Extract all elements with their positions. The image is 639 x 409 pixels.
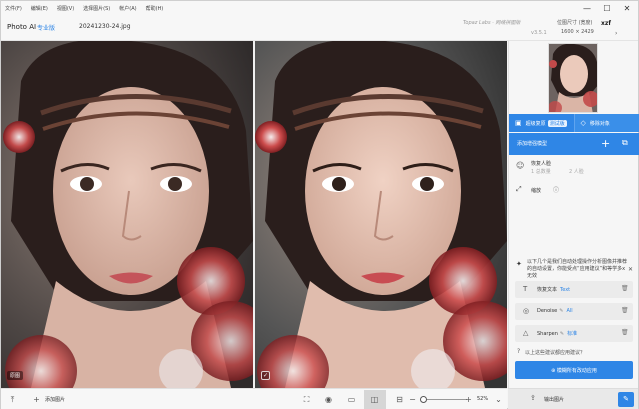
face-recovery-row[interactable]: ☺ 恢复人脸 1 总数量 2 人脸 xyxy=(509,155,639,181)
export-image-button[interactable]: 输出图片 xyxy=(544,396,564,403)
add-icon[interactable]: + xyxy=(31,394,42,405)
zoom-slider-thumb[interactable] xyxy=(420,396,427,403)
original-badge: 原图 xyxy=(7,371,24,380)
close-button[interactable]: ✕ xyxy=(617,1,637,15)
add-image-button[interactable]: 添加图片 xyxy=(45,396,65,403)
zoom-slider-track[interactable] xyxy=(427,399,467,400)
portrait-original-image xyxy=(1,41,253,388)
edit-icon[interactable]: ✎ xyxy=(560,331,564,337)
panel-tabs: ▣ 超级复原 测试版 ◇ 移除对象 xyxy=(509,114,639,132)
side-by-side-icon[interactable]: ◫ xyxy=(369,394,380,405)
tab-super-restore-label: 超级复原 xyxy=(525,120,546,127)
bottom-toolbar: ⤒ + 添加图片 ⛶ ◉ ▭ ◫ ⊟ − + 52% ⌄ xyxy=(1,388,507,409)
app-window: 文件(F) 编辑(E) 视图(V) 选择图片(S) 帐户(A) 帮助(H) — … xyxy=(0,0,639,409)
beta-badge: 测试版 xyxy=(547,119,567,127)
suggestion-tag: Text xyxy=(560,287,571,293)
version-label: v3.5.1 xyxy=(531,30,547,36)
app-edition-badge: 专业版 xyxy=(37,25,56,32)
suggestion-recover-text[interactable]: T 恢复文本 Text 🗑 xyxy=(515,281,633,298)
right-panel: ▣ 超级复原 测试版 ◇ 移除对象 添加增强模型 + ⧉ ☺ 恢复人脸 1 总数… xyxy=(508,41,639,409)
apply-suggestions-button[interactable]: ⊕ 模糊所有改动应用 xyxy=(515,361,633,379)
edit-export-icon[interactable]: ✎ xyxy=(618,392,634,407)
menu-file[interactable]: 文件(F) xyxy=(5,5,22,12)
question-text: 以上这些建议都应用建议？ xyxy=(525,350,586,356)
export-icon[interactable]: ⇪ xyxy=(530,394,536,402)
edit-icon[interactable]: ✎ xyxy=(559,308,563,314)
question-icon: ? xyxy=(517,348,521,355)
eraser-icon: ◇ xyxy=(580,119,586,127)
thumbnail-image xyxy=(549,44,597,112)
output-size-label: 位图尺寸 (宽度) xyxy=(557,20,593,26)
image-thumbnail[interactable] xyxy=(548,43,598,113)
file-name-tab[interactable]: 20241230-24.jpg xyxy=(79,23,131,30)
close-icon[interactable]: ✕ xyxy=(628,266,633,273)
add-model-label: 添加增强模型 xyxy=(517,141,548,147)
autopilot-text: 以下几个是我们自动处理操作分析图像并推荐的自动设置，你能受点“应用建议”和等学多… xyxy=(527,259,628,279)
restore-icon: ▣ xyxy=(515,119,522,127)
image-preview[interactable]: 原图 ✓ xyxy=(1,41,507,388)
resize-row[interactable]: ⤢ 缩放 ⓘ xyxy=(509,183,639,197)
face-icon: ☺ xyxy=(516,161,525,170)
upload-icon[interactable]: ⤒ xyxy=(7,394,18,405)
trash-icon[interactable]: 🗑 xyxy=(621,329,629,336)
trash-icon[interactable]: 🗑 xyxy=(621,307,629,314)
split-view-icon[interactable]: ⊟ xyxy=(394,394,405,405)
app-title: Photo AI xyxy=(7,23,37,31)
maximize-button[interactable]: ☐ xyxy=(597,1,617,15)
add-model-row: 添加增强模型 + ⧉ xyxy=(509,133,639,155)
zoom-value[interactable]: 52% xyxy=(477,396,488,402)
suggestion-name: Sharpen ✎ 标准 xyxy=(537,330,577,337)
user-name[interactable]: xzf xyxy=(601,20,611,27)
face-count: 2 人脸 xyxy=(569,169,584,175)
sparkle-icon: ✦ xyxy=(516,260,522,268)
face-recovery-title: 恢复人脸 xyxy=(531,161,552,167)
suggestion-name-text: 恢复文本 xyxy=(537,287,558,293)
zoom-out-icon[interactable]: − xyxy=(407,394,418,405)
crop-icon[interactable]: ⛶ xyxy=(301,394,312,405)
menu-help[interactable]: 帮助(H) xyxy=(146,5,164,12)
original-pane[interactable]: 原图 xyxy=(1,41,253,388)
add-model-plus-icon[interactable]: + xyxy=(601,137,610,150)
tab-remove-object-label: 移除对象 xyxy=(589,120,610,127)
eye-icon[interactable]: ◉ xyxy=(323,394,334,405)
menu-view[interactable]: 视图(V) xyxy=(57,5,74,12)
zoom-chevron-down-icon[interactable]: ⌄ xyxy=(493,394,504,405)
brand-label: Topaz Labs · 网络拼图版 xyxy=(463,20,521,26)
menu-select-image[interactable]: 选择图片(S) xyxy=(83,5,110,12)
menu-edit[interactable]: 编辑(E) xyxy=(31,5,48,12)
portrait-enhanced-image xyxy=(255,41,507,388)
single-view-icon[interactable]: ▭ xyxy=(346,394,357,405)
zoom-in-icon[interactable]: + xyxy=(463,394,474,405)
resize-icon: ⤢ xyxy=(516,185,522,193)
enhanced-check-badge[interactable]: ✓ xyxy=(261,371,270,380)
suggestion-tag: All xyxy=(566,308,573,314)
add-model-crop-icon[interactable]: ⧉ xyxy=(622,138,628,148)
suggestion-name: Denoise ✎ All xyxy=(537,308,573,314)
chevron-right-icon[interactable]: › xyxy=(615,30,617,37)
menu-account[interactable]: 帐户(A) xyxy=(119,5,136,12)
suggestion-name-text: Sharpen xyxy=(537,331,558,337)
tab-remove-object[interactable]: ◇ 移除对象 xyxy=(573,114,639,132)
denoise-icon: ◎ xyxy=(523,307,530,315)
resize-label: 缩放 xyxy=(531,188,542,194)
menu-bar: 文件(F) 编辑(E) 视图(V) 选择图片(S) 帐户(A) 帮助(H) xyxy=(1,1,638,15)
export-bar: ⇪ 输出图片 ✎ xyxy=(508,388,638,409)
suggestion-tag: 标准 xyxy=(567,331,578,337)
tab-super-restore[interactable]: ▣ 超级复原 测试版 xyxy=(509,114,574,132)
suggestion-sharpen[interactable]: △ Sharpen ✎ 标准 🗑 xyxy=(515,325,633,342)
top-toolbar: Photo AI 专业版 20241230-24.jpg Topaz Labs … xyxy=(1,15,638,41)
info-icon[interactable]: ⓘ xyxy=(553,185,559,194)
text-icon: T xyxy=(523,285,528,293)
suggestion-denoise[interactable]: ◎ Denoise ✎ All 🗑 xyxy=(515,303,633,320)
output-size-value: 1600 × 2429 xyxy=(561,29,594,35)
sharpen-icon: △ xyxy=(523,329,529,337)
face-total-count: 1 总数量 xyxy=(531,169,551,175)
suggestion-name: 恢复文本 Text xyxy=(537,286,570,293)
trash-icon[interactable]: 🗑 xyxy=(621,285,629,292)
suggestion-name-text: Denoise xyxy=(537,308,558,314)
enhanced-pane[interactable] xyxy=(255,41,507,388)
minimize-button[interactable]: — xyxy=(577,1,597,15)
